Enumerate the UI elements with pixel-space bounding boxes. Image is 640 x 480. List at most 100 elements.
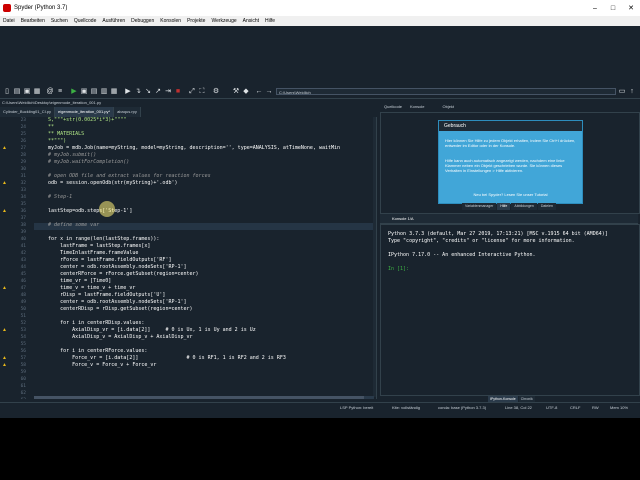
folder-browse-icon[interactable]: ▭ [618, 88, 626, 96]
stop-debug-icon[interactable]: ■ [174, 88, 182, 96]
code-line[interactable]: time_v = time_v + time_vr [36, 285, 135, 292]
code-line[interactable]: centerRForce = rForce.getSubset(region=c… [36, 271, 198, 278]
code-line[interactable]: S,"""+str(0.0025*i*3)+"""" [36, 117, 126, 124]
warning-icon[interactable]: ▲ [2, 209, 7, 214]
code-line[interactable]: AxialDisp_vr = [i.data[2]] # 0 is Ux, 1 … [36, 327, 256, 334]
code-line[interactable]: center = odb.rootAssembly.nodeSets['RP-1… [36, 264, 186, 271]
menu-werkzeuge[interactable]: Werkzeuge [208, 18, 239, 24]
editor-vertical-scrollbar[interactable] [373, 117, 376, 397]
tab-variable-explorer[interactable]: Variablenmanager [462, 203, 497, 210]
debug-icon[interactable]: ▶ [124, 88, 132, 96]
console-tab-bar [380, 214, 638, 224]
maximize-icon[interactable]: □ [604, 5, 622, 12]
minimize-icon[interactable]: – [586, 5, 604, 12]
scroll-thumb[interactable] [34, 396, 364, 399]
code-editor[interactable]: 23 24 25 26 27 ▲ 28 29 30 31 32 ▲ 33 34 35 36 ▲ 37 38 39 40 4… [0, 117, 377, 399]
continue-icon[interactable]: ⇥ [164, 88, 172, 96]
new-project-icon[interactable]: @ [46, 88, 54, 96]
wrench-icon[interactable]: ⚒ [232, 88, 240, 96]
code-line[interactable]: center = odb.rootAssembly.nodeSets['RP-1… [36, 299, 186, 306]
python-path-icon[interactable]: ◆ [242, 88, 250, 96]
menu-konsolen[interactable]: Konsolen [157, 18, 184, 24]
forward-arrow-icon[interactable]: → [265, 88, 273, 96]
code-line[interactable]: TimeInlastFrame.frameValue [36, 250, 138, 257]
open-file-icon[interactable]: ▤ [13, 88, 21, 96]
run-cell-icon[interactable]: ▣ [80, 88, 88, 96]
menu-hilfe[interactable]: Hilfe [262, 18, 278, 24]
back-arrow-icon[interactable]: ← [255, 88, 263, 96]
code-line[interactable]: myJob = mdb.Job(name=myString, model=myS… [36, 145, 340, 152]
warning-icon[interactable]: ▲ [2, 356, 7, 361]
tab-files[interactable]: Dateien [537, 203, 556, 210]
tab-eigenmode-iteration[interactable]: eigenmode_iteration_001.py* [55, 107, 115, 117]
code-line[interactable]: for i in centerRDisp.values: [36, 320, 144, 327]
maximize-pane-icon[interactable]: ⤢ [188, 88, 196, 96]
code-line[interactable]: # open ODB file and extract values for r… [36, 173, 211, 180]
tab-cylinder-buckling[interactable]: Cylinder_Buckling01_CI.py [0, 107, 56, 117]
line-number: 47 [20, 286, 26, 291]
code-line[interactable]: ** MATERIALS [36, 131, 84, 138]
working-directory-input[interactable]: C:\Users\Weidlich [276, 88, 616, 95]
menu-quellcode[interactable]: Quellcode [71, 18, 100, 24]
code-line[interactable]: Force_v = Force_v + Force_vr [36, 362, 156, 369]
save-icon[interactable]: ▣ [23, 88, 31, 96]
code-line[interactable]: for i in centerRForce.values: [36, 348, 147, 355]
new-file-icon[interactable]: ▯ [3, 88, 11, 96]
status-kite: Kite: vollständig [392, 405, 421, 410]
step-icon[interactable]: ↴ [134, 88, 142, 96]
menu-projekte[interactable]: Projekte [184, 18, 208, 24]
warning-icon[interactable]: ▲ [2, 328, 7, 333]
code-line[interactable]: lastStep=odb.steps['Step-1'] [36, 208, 132, 215]
line-number: 44 [20, 265, 26, 270]
code-line[interactable]: Force_vr = [i.data[2]] # 0 is RF1, 1 is … [36, 355, 286, 362]
save-all-icon[interactable]: ▦ [33, 88, 41, 96]
help-source-quellcode[interactable]: Quellcode [380, 102, 406, 111]
help-paragraph-1: Hier können Sie Hilfe zu jedem Objekt er… [445, 138, 576, 148]
run-icon[interactable]: ▶ [70, 88, 78, 96]
code-line[interactable]: rDisp = lastFrame.fieldOutputs['U'] [36, 292, 165, 299]
rerun-icon[interactable]: ▦ [110, 88, 118, 96]
fullscreen-icon[interactable]: ⛶ [198, 88, 206, 96]
menu-debuggen[interactable]: Debuggen [128, 18, 157, 24]
code-line[interactable]: ** [36, 124, 54, 131]
console-tab[interactable]: Konsole 1/A [392, 214, 414, 223]
tab-help[interactable]: Hilfe [497, 203, 511, 210]
menu-ansicht[interactable]: Ansicht [240, 18, 262, 24]
run-selection-icon[interactable]: ▥ [100, 88, 108, 96]
help-tutorial-link[interactable]: Neu bei Spyder? Lesen Sie unser Tutorial [439, 192, 582, 197]
step-into-icon[interactable]: ↘ [144, 88, 152, 96]
code-line[interactable]: # myJob.waitForCompletion() [36, 159, 129, 166]
warning-icon[interactable]: ▲ [2, 363, 7, 368]
step-return-icon[interactable]: ↗ [154, 88, 162, 96]
close-icon[interactable]: ✕ [622, 4, 640, 12]
code-line[interactable]: rForce = lastFrame.fieldOutputs['RF'] [36, 257, 171, 264]
code-line[interactable]: odb = session.openOdb(str(myString)+'.od… [36, 180, 177, 187]
warning-icon[interactable]: ▲ [2, 146, 7, 151]
code-line[interactable]: # myJob.submit() [36, 152, 96, 159]
code-line[interactable]: lastFrame = lastStep.frames[x] [36, 243, 150, 250]
run-cell-advance-icon[interactable]: ▤ [90, 88, 98, 96]
code-area[interactable]: S,"""+str(0.0025*i*3)+"""" ** ** MATERIA… [34, 117, 374, 399]
list-icon[interactable]: ≡ [56, 88, 64, 96]
code-line[interactable]: centerRDisp = rDisp.getSubset(region=cen… [36, 306, 192, 313]
menu-ausfuehren[interactable]: Ausführen [99, 18, 128, 24]
preferences-icon[interactable]: ⚙ [212, 88, 220, 96]
editor-horizontal-scrollbar[interactable] [34, 396, 374, 399]
ipython-console[interactable]: Python 3.7.3 (default, Mar 27 2019, 17:1… [380, 224, 640, 396]
code-line[interactable]: **""") [36, 138, 66, 145]
code-line[interactable]: for x in range(len(lastStep.frames)): [36, 236, 159, 243]
console-prompt[interactable]: In [1]: [388, 266, 409, 273]
parent-dir-icon[interactable]: ↑ [628, 88, 636, 96]
warning-icon[interactable]: ▲ [2, 286, 7, 291]
tab-plots[interactable]: Abbildungen [511, 203, 537, 210]
code-line[interactable]: AxialDisp_v = AxialDisp_v + AxialDisp_vr [36, 334, 192, 341]
warning-icon[interactable]: ▲ [2, 181, 7, 186]
code-line[interactable]: time_vr = [Time0] [36, 278, 111, 285]
menu-suchen[interactable]: Suchen [48, 18, 71, 24]
code-line[interactable]: # define some var [36, 222, 99, 229]
code-line[interactable]: # Step-1 [36, 194, 72, 201]
menu-datei[interactable]: Datei [0, 18, 18, 24]
menu-bearbeiten[interactable]: Bearbeiten [18, 18, 48, 24]
help-source-konsole[interactable]: Konsole [406, 102, 428, 111]
tab-abaqus-rpy[interactable]: abaqus.rpy [114, 107, 141, 117]
